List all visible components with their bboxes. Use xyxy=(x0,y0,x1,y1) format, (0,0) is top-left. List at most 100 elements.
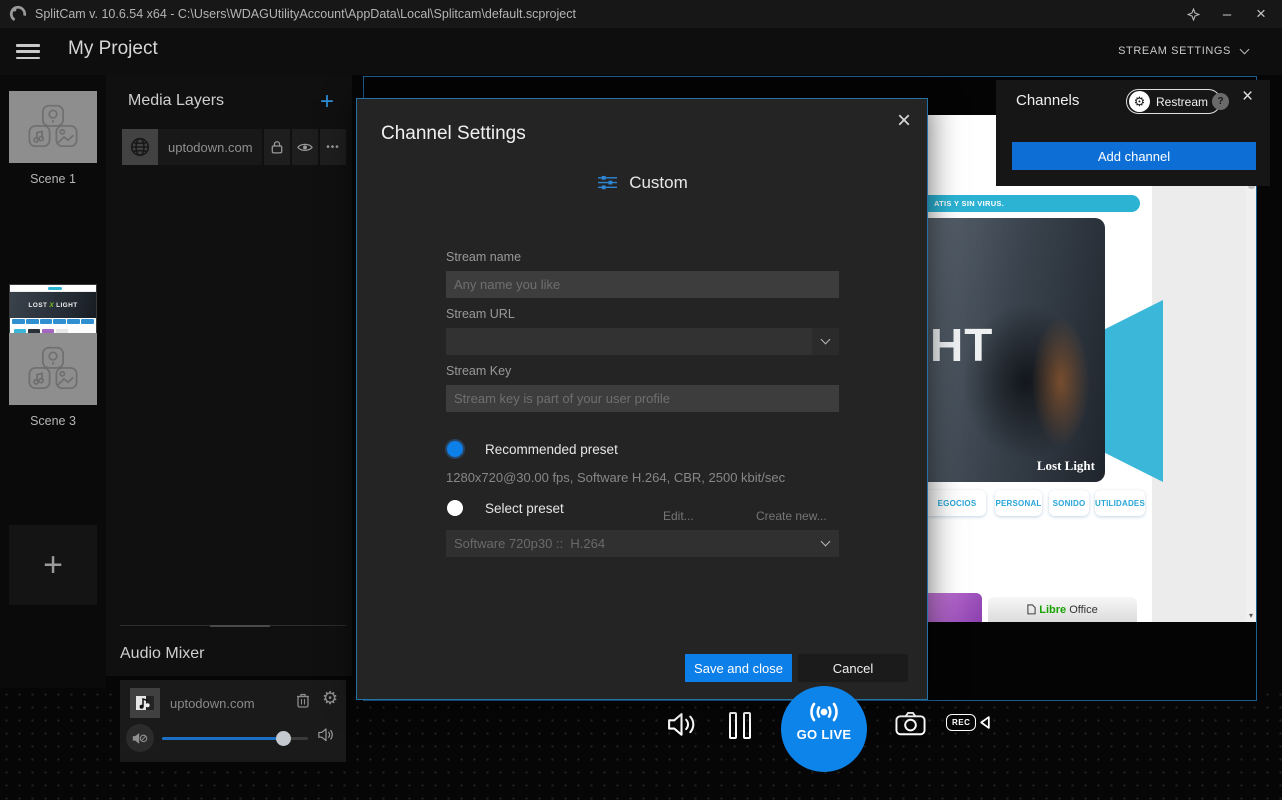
scroll-down-arrow-icon: ▾ xyxy=(1246,611,1256,620)
add-layer-button[interactable]: + xyxy=(320,88,334,116)
restream-button[interactable]: ⚙ Restream xyxy=(1126,89,1221,114)
project-title: My Project xyxy=(68,38,158,60)
webpage-sidebar-column xyxy=(1152,115,1246,622)
recommended-preset-label[interactable]: Recommended preset xyxy=(485,442,618,457)
media-layer-row[interactable]: uptodown.com ••• xyxy=(122,129,346,165)
media-placeholder-icon xyxy=(26,346,80,392)
stream-url-field xyxy=(446,328,839,355)
recommended-preset-detail: 1280x720@30.00 fps, Software H.264, CBR,… xyxy=(446,470,785,485)
restream-gear-icon: ⚙ xyxy=(1129,91,1150,112)
layer-visibility-eye-icon[interactable] xyxy=(292,129,318,165)
save-and-close-button[interactable]: Save and close xyxy=(685,654,792,682)
webpage-banner: ATIS Y SIN VIRUS. xyxy=(928,195,1140,212)
close-window-icon[interactable]: × xyxy=(1246,0,1276,28)
edit-preset-link[interactable]: Edit... xyxy=(663,509,694,523)
audio-settings-gear-icon[interactable]: ⚙ xyxy=(322,688,338,709)
webpage-preview-layer: ATIS Y SIN VIRUS. HT Lost Light EGOCIOS … xyxy=(928,115,1246,622)
stream-key-input[interactable] xyxy=(446,385,839,412)
stream-settings-label: STREAM SETTINGS xyxy=(1118,45,1231,57)
scene-1-label: Scene 1 xyxy=(0,172,106,186)
media-layers-panel: Media Layers + uptodown.com ••• xyxy=(106,75,352,676)
media-placeholder-icon xyxy=(26,104,80,150)
libreoffice-card: LibreOffice xyxy=(988,597,1137,622)
audio-mixer-channel: uptodown.com ⚙ xyxy=(120,680,346,762)
stream-url-label: Stream URL xyxy=(446,307,515,321)
layer-name: uptodown.com xyxy=(158,129,262,165)
game-card: HT Lost Light xyxy=(928,218,1105,482)
go-live-label: GO LIVE xyxy=(797,727,852,742)
document-icon xyxy=(1027,604,1036,615)
add-scene-button[interactable]: + xyxy=(9,525,97,605)
stream-name-label: Stream name xyxy=(446,250,521,264)
globe-icon xyxy=(122,129,158,165)
stream-settings-button[interactable]: STREAM SETTINGS xyxy=(1118,45,1248,57)
webpage-scrollbar: ▾ xyxy=(1246,115,1256,622)
audio-monitor-speaker-icon[interactable] xyxy=(666,711,697,743)
service-name: Custom xyxy=(629,173,688,193)
channels-panel: Channels ⚙ Restream ? × Add channel xyxy=(996,80,1270,186)
window-title: SplitCam v. 10.6.54 x64 - C:\Users\WDAGU… xyxy=(35,7,576,21)
preset-dropdown-value: Software 720p30 :: H.264 xyxy=(446,536,812,551)
game-caption: Lost Light xyxy=(1037,458,1095,474)
volume-handle[interactable] xyxy=(276,731,291,746)
stream-url-dropdown-button[interactable] xyxy=(812,328,839,355)
category-pills-row: EGOCIOS PERSONAL SONIDO UTILIDADES xyxy=(928,490,1152,517)
channel-settings-modal: Channel Settings × Custom Stream name St… xyxy=(356,98,928,700)
chevron-down-icon xyxy=(1240,44,1250,54)
hamburger-menu-icon[interactable] xyxy=(16,44,40,59)
scene-3-thumbnail[interactable] xyxy=(9,333,97,405)
muted-speaker-icon xyxy=(132,732,148,745)
help-icon[interactable]: ? xyxy=(1212,93,1229,110)
splitcam-app: SplitCam v. 10.6.54 x64 - C:\Users\WDAGU… xyxy=(0,0,1282,800)
cancel-button[interactable]: Cancel xyxy=(798,654,908,682)
channels-title: Channels xyxy=(1016,92,1079,109)
thumb-game-banner: LOSTXLIGHT xyxy=(10,292,96,318)
snapshot-camera-icon[interactable] xyxy=(895,711,926,741)
scene-3-label: Scene 3 xyxy=(0,414,106,428)
stream-name-input[interactable] xyxy=(446,271,839,298)
preset-dropdown[interactable]: Software 720p30 :: H.264 xyxy=(446,530,839,557)
record-camera-icon xyxy=(979,716,990,729)
layer-more-options-icon[interactable]: ••• xyxy=(320,129,346,165)
go-live-button[interactable]: GO LIVE xyxy=(781,686,867,772)
rec-label: REC xyxy=(946,714,976,731)
select-preset-radio[interactable] xyxy=(447,500,463,516)
volume-fill xyxy=(162,737,284,740)
splitcam-logo-icon xyxy=(9,5,27,23)
game-banner-text: HT xyxy=(930,318,993,372)
preset-dropdown-chevron[interactable] xyxy=(812,530,839,557)
add-channel-button[interactable]: Add channel xyxy=(1012,142,1256,170)
chevron-down-icon xyxy=(821,335,831,345)
service-row: Custom xyxy=(357,173,929,193)
scene-1-thumbnail[interactable] xyxy=(9,91,97,163)
titlebar: SplitCam v. 10.6.54 x64 - C:\Users\WDAGU… xyxy=(0,0,1282,28)
minimize-icon[interactable]: – xyxy=(1212,0,1242,28)
app-header: My Project STREAM SETTINGS xyxy=(0,28,1282,75)
pause-icon[interactable] xyxy=(729,712,751,739)
audio-source-icon xyxy=(130,688,160,718)
lock-layer-icon[interactable] xyxy=(264,129,290,165)
teal-flag-shape xyxy=(1105,300,1163,482)
create-new-preset-link[interactable]: Create new... xyxy=(756,509,827,523)
category-pill: EGOCIOS xyxy=(928,490,986,516)
pin-window-icon[interactable] xyxy=(1178,0,1208,28)
record-button[interactable]: REC xyxy=(946,714,990,731)
audio-mixer-title: Audio Mixer xyxy=(120,645,204,663)
close-channels-icon[interactable]: × xyxy=(1242,86,1253,108)
recommended-preset-radio[interactable] xyxy=(447,441,463,457)
lost-light-logo: X xyxy=(49,302,54,309)
panel-divider xyxy=(120,625,346,626)
mute-button[interactable] xyxy=(126,724,154,752)
audio-source-name: uptodown.com xyxy=(170,696,255,711)
volume-slider[interactable] xyxy=(162,737,308,740)
category-pill: SONIDO xyxy=(1049,490,1089,516)
delete-audio-source-icon[interactable] xyxy=(296,692,310,713)
modal-title: Channel Settings xyxy=(381,123,526,145)
media-layers-title: Media Layers xyxy=(128,92,224,110)
stream-key-label: Stream Key xyxy=(446,364,511,378)
stream-url-input[interactable] xyxy=(446,328,812,355)
select-preset-label[interactable]: Select preset xyxy=(485,501,564,516)
close-modal-icon[interactable]: × xyxy=(897,107,911,135)
category-pill: PERSONAL xyxy=(995,490,1042,516)
chevron-down-icon xyxy=(821,537,831,547)
